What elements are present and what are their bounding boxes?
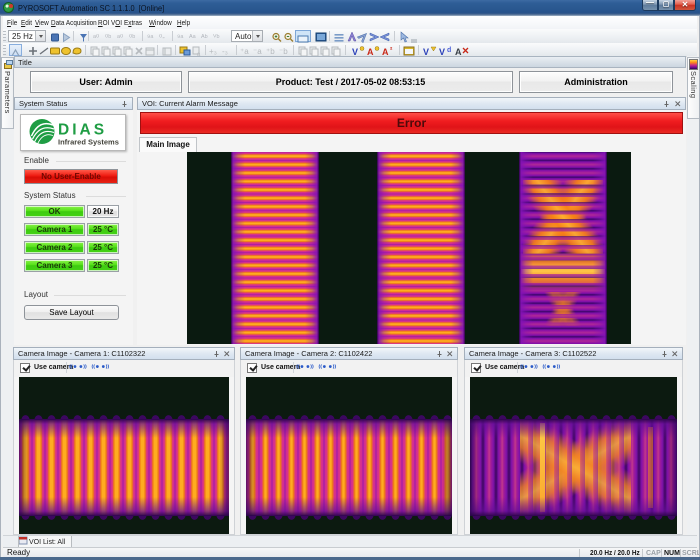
svg-text:DIAS: DIAS — [58, 122, 107, 139]
svg-text:ᴬᵃ: ᴬᵃ — [188, 33, 197, 42]
svg-text:d: d — [447, 47, 451, 54]
svg-text:⁰-: ⁰- — [159, 33, 165, 42]
svg-text:Infrared Systems: Infrared Systems — [58, 138, 119, 147]
svg-text:ᵃ⁰: ᵃ⁰ — [93, 33, 99, 42]
svg-text:²: ² — [390, 47, 393, 54]
svg-text:-₃: -₃ — [222, 47, 228, 56]
svg-text:+₃: +₃ — [209, 47, 217, 56]
svg-text:ⱽᵇ: ⱽᵇ — [213, 33, 219, 42]
svg-text:⁹ᵃ: ⁹ᵃ — [177, 33, 184, 42]
svg-text:ᴬᵇ: ᴬᵇ — [200, 33, 208, 42]
svg-text:⁹ᵃ: ⁹ᵃ — [147, 33, 154, 42]
svg-text:⁻b: ⁻b — [279, 47, 288, 56]
svg-text:⁰ᵇ: ⁰ᵇ — [129, 33, 135, 42]
svg-text:⁺b: ⁺b — [266, 47, 275, 56]
svg-text:⁺a: ⁺a — [240, 47, 249, 56]
svg-text:⁰ᵇ: ⁰ᵇ — [105, 33, 111, 42]
svg-text:ᵃ⁰: ᵃ⁰ — [117, 33, 123, 42]
svg-text:⁻a: ⁻a — [253, 47, 262, 56]
